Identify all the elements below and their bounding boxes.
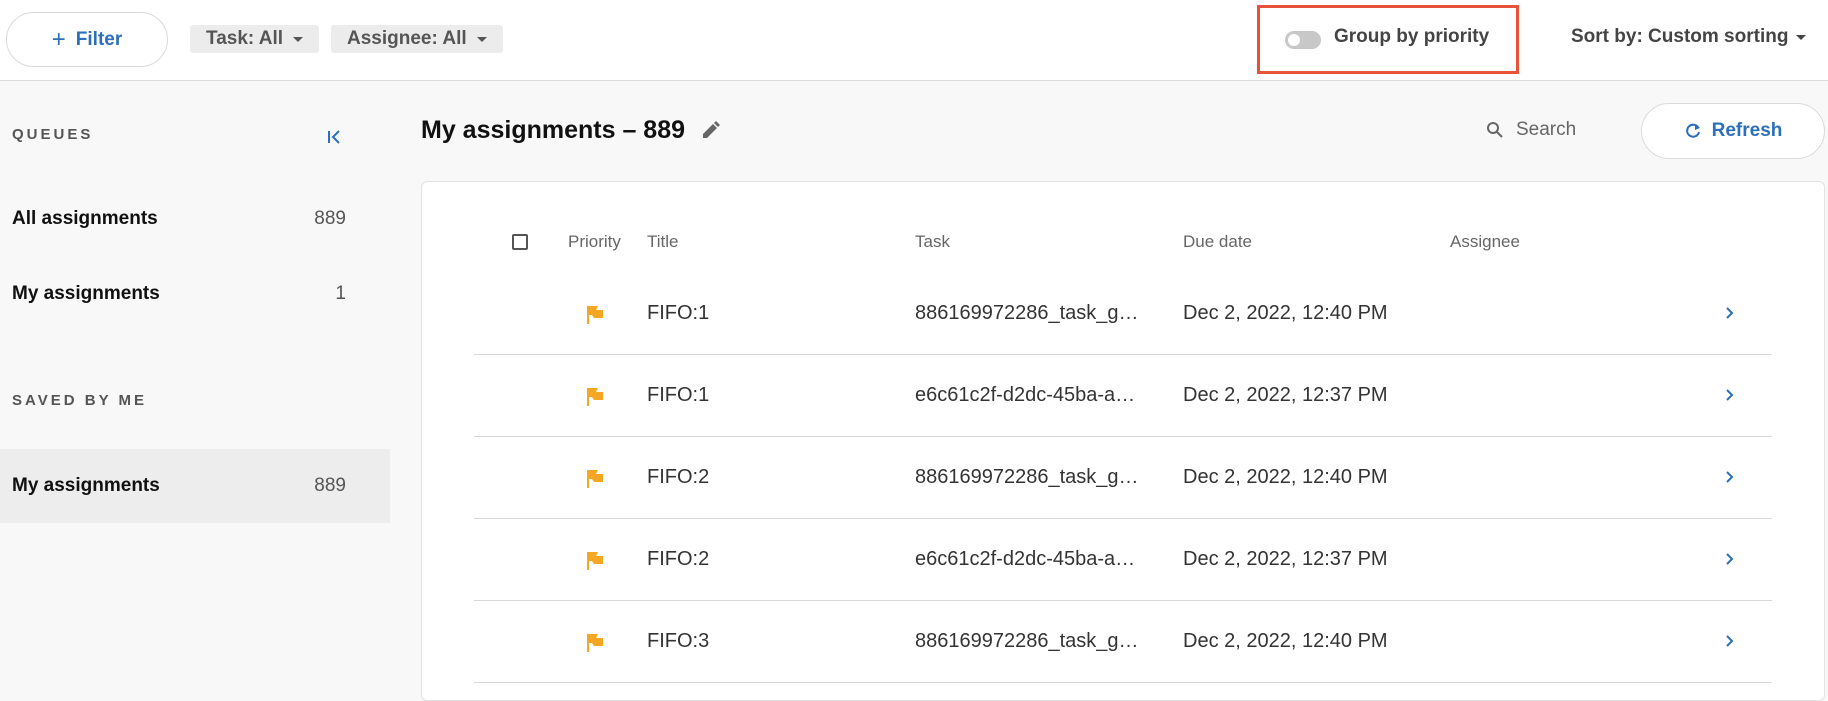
chevron-right-icon[interactable] [1724,550,1736,568]
sidebar-item-my-assignments[interactable]: My assignments 1 [0,257,390,331]
group-by-priority-label[interactable]: Group by priority [1334,26,1489,48]
edit-pencil-icon[interactable] [699,120,721,142]
column-header-due-date[interactable]: Due date [1183,232,1252,252]
refresh-button[interactable]: Refresh [1641,103,1825,159]
collapse-sidebar-icon[interactable] [325,127,345,147]
column-header-title[interactable]: Title [647,232,679,252]
priority-flag-icon [587,552,603,570]
row-task: e6c61c2f-d2dc-45ba-a… [915,548,1136,570]
row-title: FIFO:1 [647,384,710,406]
saved-section-title: SAVED BY ME [12,392,147,409]
sidebar-item-all-assignments[interactable]: All assignments 889 [0,182,390,256]
row-title: FIFO:1 [647,302,710,324]
sort-dropdown-label: Sort by: Custom sorting [1571,26,1789,47]
plus-icon: + [51,25,66,53]
row-due-date: Dec 2, 2022, 12:40 PM [1183,302,1388,324]
chevron-right-icon[interactable] [1724,632,1736,650]
row-due-date: Dec 2, 2022, 12:40 PM [1183,466,1388,488]
row-task: 886169972286_task_g… [915,302,1139,324]
sidebar-item-count: 889 [314,208,346,229]
sidebar: QUEUES All assignments 889 My assignment… [0,81,390,687]
refresh-icon [1685,123,1700,138]
chevron-right-icon[interactable] [1724,468,1736,486]
row-title: FIFO:2 [647,548,710,570]
column-header-assignee[interactable]: Assignee [1450,232,1520,252]
sidebar-item-saved-my-assignments[interactable]: My assignments 889 [0,449,390,523]
priority-flag-icon [587,306,603,324]
table-row[interactable]: FIFO:2 886169972286_task_g… Dec 2, 2022,… [474,437,1772,519]
sort-dropdown[interactable]: Sort by: Custom sorting [1571,26,1807,48]
search-icon [1487,122,1503,138]
chevron-right-icon[interactable] [1724,386,1736,404]
sidebar-item-count: 1 [335,283,346,304]
top-toolbar: + Filter Task: All Assignee: All Group b… [0,0,1828,81]
task-filter-chip[interactable]: Task: All [190,25,320,53]
page-title-text: My assignments – 889 [421,116,686,144]
table-row[interactable]: FIFO:2 e6c61c2f-d2dc-45ba-a… Dec 2, 2022… [474,519,1772,601]
chevron-right-icon[interactable] [1724,304,1736,322]
table-row[interactable]: FIFO:1 886169972286_task_g… Dec 2, 2022,… [474,273,1772,355]
assignee-filter-label: Assignee: All [347,28,467,49]
caret-down-icon [293,36,304,42]
row-task: 886169972286_task_g… [915,630,1139,652]
group-by-priority-toggle[interactable] [1285,31,1321,49]
assignee-filter-chip[interactable]: Assignee: All [331,25,503,53]
refresh-button-label: Refresh [1711,120,1783,141]
task-filter-label: Task: All [206,28,284,49]
row-title: FIFO:3 [647,630,710,652]
caret-down-icon [476,36,487,42]
row-task: e6c61c2f-d2dc-45ba-a… [915,384,1136,406]
row-due-date: Dec 2, 2022, 12:37 PM [1183,548,1388,570]
sidebar-item-label: My assignments [12,283,160,304]
select-all-checkbox[interactable] [512,234,528,250]
priority-flag-icon [587,470,603,488]
row-due-date: Dec 2, 2022, 12:37 PM [1183,384,1388,406]
column-header-task[interactable]: Task [915,232,950,252]
search-placeholder: Search [1516,119,1577,140]
row-task: 886169972286_task_g… [915,466,1139,488]
sidebar-item-label: My assignments [12,475,160,496]
filter-button[interactable]: + Filter [6,12,168,67]
row-title: FIFO:2 [647,466,710,488]
queues-section-title: QUEUES [12,126,94,143]
table-row[interactable]: FIFO:1 e6c61c2f-d2dc-45ba-a… Dec 2, 2022… [474,355,1772,437]
filter-button-label: Filter [75,28,123,50]
priority-flag-icon [587,388,603,406]
caret-down-icon [1796,34,1807,40]
column-header-priority[interactable]: Priority [568,232,621,252]
search-field[interactable]: Search [1486,119,1576,141]
table-row[interactable]: FIFO:3 886169972286_task_g… Dec 2, 2022,… [474,601,1772,683]
sidebar-item-count: 889 [314,475,346,496]
priority-flag-icon [587,634,603,652]
toggle-knob [1288,34,1300,46]
page-title: My assignments – 889 [421,116,721,145]
sidebar-item-label: All assignments [12,208,158,229]
row-due-date: Dec 2, 2022, 12:40 PM [1183,630,1388,652]
